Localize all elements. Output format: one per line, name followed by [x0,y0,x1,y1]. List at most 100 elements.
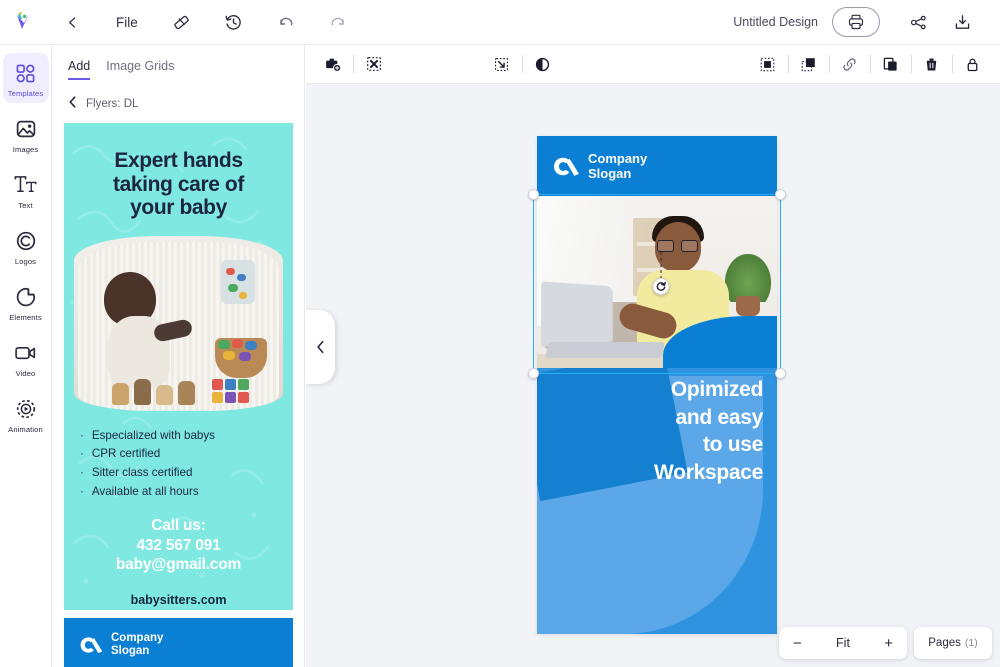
toy-basket [215,337,267,378]
breadcrumb[interactable]: Flyers: DL [52,80,304,123]
list-item: · Sitter class certified [80,464,293,483]
download-icon[interactable] [940,0,984,45]
undo-icon[interactable] [260,0,312,45]
chevron-left-icon [316,340,323,354]
toolbar-divider [828,55,830,73]
headline-line-1: Opimized [670,378,763,401]
toolbar-divider [869,55,871,73]
crop-icon[interactable] [487,45,517,84]
toy-jar [221,259,255,304]
design-body[interactable]: Opimized and easy to use Workspace [537,368,777,634]
back-button[interactable] [46,0,98,45]
toolbar-divider [353,55,354,73]
sidebar-label-elements: Elements [9,313,42,322]
glasses [657,240,699,252]
sidebar-item-elements[interactable]: Elements [3,277,49,327]
tab-image-grids[interactable]: Image Grids [106,59,174,80]
breadcrumb-label: Flyers: DL [86,97,139,110]
sidebar-label-animation: Animation [8,425,43,434]
sidebar-item-video[interactable]: Video [3,333,49,383]
template-list: Expert hands taking care of your baby · … [52,123,304,667]
laptop-screen [541,281,613,347]
duplicate-icon[interactable] [876,45,906,84]
toolbar-divider [910,55,912,73]
animation-icon [15,396,37,422]
redo-icon[interactable] [312,0,364,45]
pages-button[interactable]: Pages (1) [914,627,992,659]
list-item: · Available at all hours [80,483,293,502]
sidebar-label-images: Images [12,145,39,154]
toy-blocks [212,378,249,403]
templates-icon [15,60,36,86]
sidebar-item-logos[interactable]: Logos [3,221,49,271]
top-toolbar-right: Untitled Design [733,0,1000,45]
design-headline[interactable]: Opimized and easy to use Workspace [563,376,763,487]
list-item: · CPR certified [80,445,293,464]
print-button[interactable] [832,7,880,37]
panel-tabs: Add Image Grids [52,45,304,80]
template-card-babysitter[interactable]: Expert hands taking care of your baby · … [64,123,293,610]
toolbar-divider [787,55,789,73]
templates-panel: Add Image Grids Flyers: DL Expert hands … [52,45,305,667]
phone-number: 432 567 091 [136,536,221,554]
history-icon[interactable] [208,0,260,45]
zoom-level-label[interactable]: Fit [836,636,850,650]
company-logo-icon [80,637,103,654]
plant-pot [736,296,760,316]
company-logo-text: Company Slogan [111,632,163,658]
sidebar-label-templates: Templates [7,89,44,98]
left-sidebar-rail: Templates Images Text Logos Elements Vid… [0,45,52,667]
document-title[interactable]: Untitled Design [733,15,818,29]
canvas-area[interactable]: Company Slogan Opimized and easy to use … [306,84,1000,667]
share-icon[interactable] [896,0,940,45]
canvas-toolbar-right [753,45,988,84]
bullet-dot: · [80,428,84,442]
file-menu-button[interactable]: File [98,0,156,45]
sidebar-item-text[interactable]: Text [3,165,49,215]
contrast-icon[interactable] [528,45,558,84]
images-icon [15,116,37,142]
app-logo-v-icon[interactable] [0,10,46,34]
panel-collapse-button[interactable] [305,310,335,384]
design-page[interactable]: Company Slogan Opimized and easy to use … [537,136,777,634]
rotate-icon[interactable] [652,278,670,295]
sidebar-label-video: Video [15,369,36,378]
sidebar-item-templates[interactable]: Templates [2,53,49,103]
call-label: Call us: [151,516,206,534]
canvas-toolbar [306,45,1000,84]
headline-line-3: to use [702,433,763,457]
remove-image-icon[interactable] [359,45,389,84]
bullet-dot: · [80,447,84,461]
video-icon [14,340,37,366]
design-header[interactable]: Company Slogan [537,136,777,196]
design-logo-row: Company Slogan [537,136,777,181]
sidebar-item-animation[interactable]: Animation [3,389,49,439]
lock-icon[interactable] [958,45,988,84]
rotate-handle[interactable] [652,252,670,295]
add-image-icon[interactable] [318,45,348,84]
template-card-company[interactable]: Company Slogan [64,618,293,667]
ruler-icon[interactable] [156,0,208,45]
company-logo-icon [554,157,579,176]
bullet-dot: · [80,466,84,480]
design-logo-text: Company Slogan [588,151,647,181]
toolbar-divider [951,55,953,73]
tab-add[interactable]: Add [68,59,91,80]
toolbar-divider [521,55,523,73]
link-icon[interactable] [835,45,865,84]
list-item: · Especialized with babys [80,427,293,446]
sidebar-item-images[interactable]: Images [3,109,49,159]
delete-icon[interactable] [917,45,947,84]
elements-icon [15,284,37,310]
zoom-in-button[interactable]: + [884,636,893,651]
breadcrumb-back-icon [68,96,77,111]
bullet-dot: · [80,484,84,498]
company-logo-row: Company Slogan [64,618,293,658]
bring-to-front-icon[interactable] [753,45,783,84]
send-to-back-icon[interactable] [794,45,824,84]
plant [725,254,771,302]
template-heading-line2: taking care of [113,172,244,196]
email-address: baby@gmail.com [115,556,242,574]
zoom-out-button[interactable]: − [793,636,802,651]
laptop-keyboard [545,342,665,358]
